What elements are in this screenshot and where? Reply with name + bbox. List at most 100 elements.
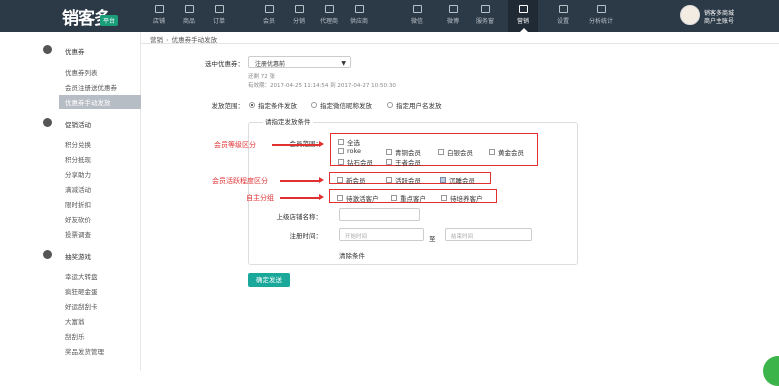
- user-role: 商户主账号: [704, 18, 735, 25]
- start-date-input[interactable]: 开始时间: [339, 228, 424, 241]
- arrow-right-icon: [280, 194, 324, 200]
- nav-products[interactable]: 商品: [174, 0, 204, 32]
- checkbox-level-silver[interactable]: 白银会员: [438, 147, 473, 157]
- radio-condition-send[interactable]: 指定条件发放: [249, 100, 297, 110]
- store-icon: [154, 5, 164, 13]
- sidebar-item-register-coupon[interactable]: 会员注册送优惠券: [65, 82, 117, 92]
- sidebar-item-full-reduction[interactable]: 满减活动: [65, 184, 91, 194]
- conditions-legend: 请指定发放条件: [263, 116, 313, 126]
- checkbox-box: [386, 177, 392, 183]
- annotation-level: 会员等级区分: [214, 141, 256, 149]
- end-date-input[interactable]: 结束时间: [445, 228, 532, 241]
- checkbox-box: [441, 195, 447, 201]
- sidebar-item-scratch-card[interactable]: 好运刮刮卡: [65, 301, 98, 311]
- marketing-icon: [518, 5, 528, 13]
- nav-marketing[interactable]: 营销: [508, 0, 538, 32]
- arrow-right-icon: [280, 177, 324, 183]
- sidebar-item-points-exchange[interactable]: 积分兑换: [65, 139, 91, 149]
- checkbox-box: [438, 149, 444, 155]
- send-button[interactable]: 确定发送: [248, 273, 290, 287]
- caret-down-icon: ▼: [341, 60, 346, 67]
- checkbox-box: [338, 159, 344, 165]
- sidebar-item-share-assist[interactable]: 分享助力: [65, 169, 91, 179]
- checkbox-box: [391, 195, 397, 201]
- regtime-label: 注册时间：: [289, 232, 323, 240]
- checkbox-box: [338, 148, 344, 154]
- top-navigation-bar: 销客多 平台 店铺 商品 订单 会员 分销 代理商 供应商 微信 微博 服务窗 …: [0, 0, 779, 32]
- product-icon: [184, 5, 194, 13]
- coupon-validity: 有效期：2017-04-25 11:14:54 到 2017-04-27 10:…: [248, 83, 396, 89]
- wechat-icon: [412, 5, 422, 13]
- store-name-input[interactable]: [339, 208, 420, 221]
- nav-service-window[interactable]: 服务窗: [470, 0, 500, 32]
- nav-distribution[interactable]: 分销: [284, 0, 314, 32]
- checkbox-select-all[interactable]: 全选: [338, 137, 360, 147]
- date-range-separator: 至: [429, 235, 436, 243]
- coupon-label: 选中优惠券：: [205, 60, 244, 68]
- sidebar-item-scratch-game[interactable]: 刮刮乐: [65, 331, 85, 341]
- scope-label: 发放范围：: [211, 102, 245, 110]
- service-window-icon: [480, 5, 490, 13]
- store-label: 上级店铺名称：: [276, 213, 323, 221]
- checkbox-dormant-member[interactable]: 沉睡会员: [440, 175, 475, 185]
- weibo-icon: [448, 5, 458, 13]
- brand-badge: 平台: [100, 15, 119, 26]
- promotion-icon: [43, 118, 52, 127]
- sidebar-item-vote-survey[interactable]: 投票调查: [65, 229, 91, 239]
- sidebar-item-prize-shipping[interactable]: 奖品发货管理: [65, 346, 104, 356]
- sidebar-item-lucky-wheel[interactable]: 幸运大转盘: [65, 271, 98, 281]
- sidebar-item-points-cash[interactable]: 积分抵现: [65, 154, 91, 164]
- annotation-activity: 会员活跃程度区分: [212, 177, 268, 185]
- brand-logo[interactable]: 销客多 平台: [0, 0, 141, 32]
- clear-conditions-link[interactable]: 清除条件: [339, 250, 365, 260]
- checkbox-pending-activation[interactable]: 待激活客户: [337, 193, 379, 203]
- checkbox-active-member[interactable]: 活跃会员: [386, 175, 421, 185]
- checkbox-box: [337, 195, 343, 201]
- avatar: [680, 5, 700, 25]
- nav-suppliers[interactable]: 供应商: [344, 0, 374, 32]
- nav-settings[interactable]: 设置: [548, 0, 578, 32]
- nav-weibo[interactable]: 微博: [438, 0, 468, 32]
- coupon-select[interactable]: 注册优惠前 ▼: [248, 56, 351, 68]
- game-icon: [43, 250, 52, 259]
- nav-wechat[interactable]: 微信: [402, 0, 432, 32]
- nav-members[interactable]: 会员: [254, 0, 284, 32]
- nav-orders[interactable]: 订单: [204, 0, 234, 32]
- checkbox-box: [489, 149, 495, 155]
- coupon-select-value: 注册优惠前: [255, 61, 286, 68]
- help-float-icon[interactable]: [763, 356, 779, 386]
- sidebar-item-manual-coupon[interactable]: 优惠券手动发放: [59, 95, 141, 109]
- sidebar-item-flash-discount[interactable]: 限时折扣: [65, 199, 91, 209]
- checkbox-level-gold[interactable]: 黄金会员: [489, 147, 524, 157]
- radio-dot: [311, 102, 317, 108]
- nav-analytics[interactable]: 分析统计: [586, 0, 616, 32]
- checkbox-box: [337, 177, 343, 183]
- gear-icon: [558, 5, 568, 13]
- checkbox-level-diamond[interactable]: 钻石会员: [338, 157, 373, 167]
- sidebar-item-golden-egg[interactable]: 疯狂砸金蛋: [65, 286, 98, 296]
- nav-agents[interactable]: 代理商: [314, 0, 344, 32]
- checkbox-level-bronze[interactable]: 青铜会员: [386, 147, 421, 157]
- radio-wechat-nickname-send[interactable]: 指定微信昵称发放: [311, 100, 372, 110]
- checkbox-new-member[interactable]: 新会员: [337, 175, 366, 185]
- sidebar-item-monopoly[interactable]: 大富翁: [65, 316, 85, 326]
- checkbox-level-roke[interactable]: roke: [338, 147, 361, 155]
- order-icon: [214, 5, 224, 13]
- checkbox-level-king[interactable]: 王者会员: [386, 157, 421, 167]
- checkbox-box: [338, 139, 344, 145]
- sidebar-item-friend-bargain[interactable]: 好友砍价: [65, 214, 91, 224]
- radio-username-send[interactable]: 指定用户名发放: [387, 100, 442, 110]
- radio-dot: [249, 102, 255, 108]
- checkbox-box: [386, 149, 392, 155]
- radio-dot: [387, 102, 393, 108]
- member-level-label: 会员范围：: [276, 138, 323, 148]
- sidebar-item-coupon-list[interactable]: 优惠券列表: [65, 67, 98, 77]
- agent-icon: [324, 5, 334, 13]
- analytics-icon: [596, 5, 606, 13]
- member-icon: [264, 5, 274, 13]
- checkbox-key-customer[interactable]: 重点客户: [391, 193, 426, 203]
- supplier-icon: [354, 5, 364, 13]
- annotation-group: 自主分组: [246, 194, 274, 202]
- checkbox-nurture-customer[interactable]: 待培养客户: [441, 193, 483, 203]
- nav-store[interactable]: 店铺: [144, 0, 174, 32]
